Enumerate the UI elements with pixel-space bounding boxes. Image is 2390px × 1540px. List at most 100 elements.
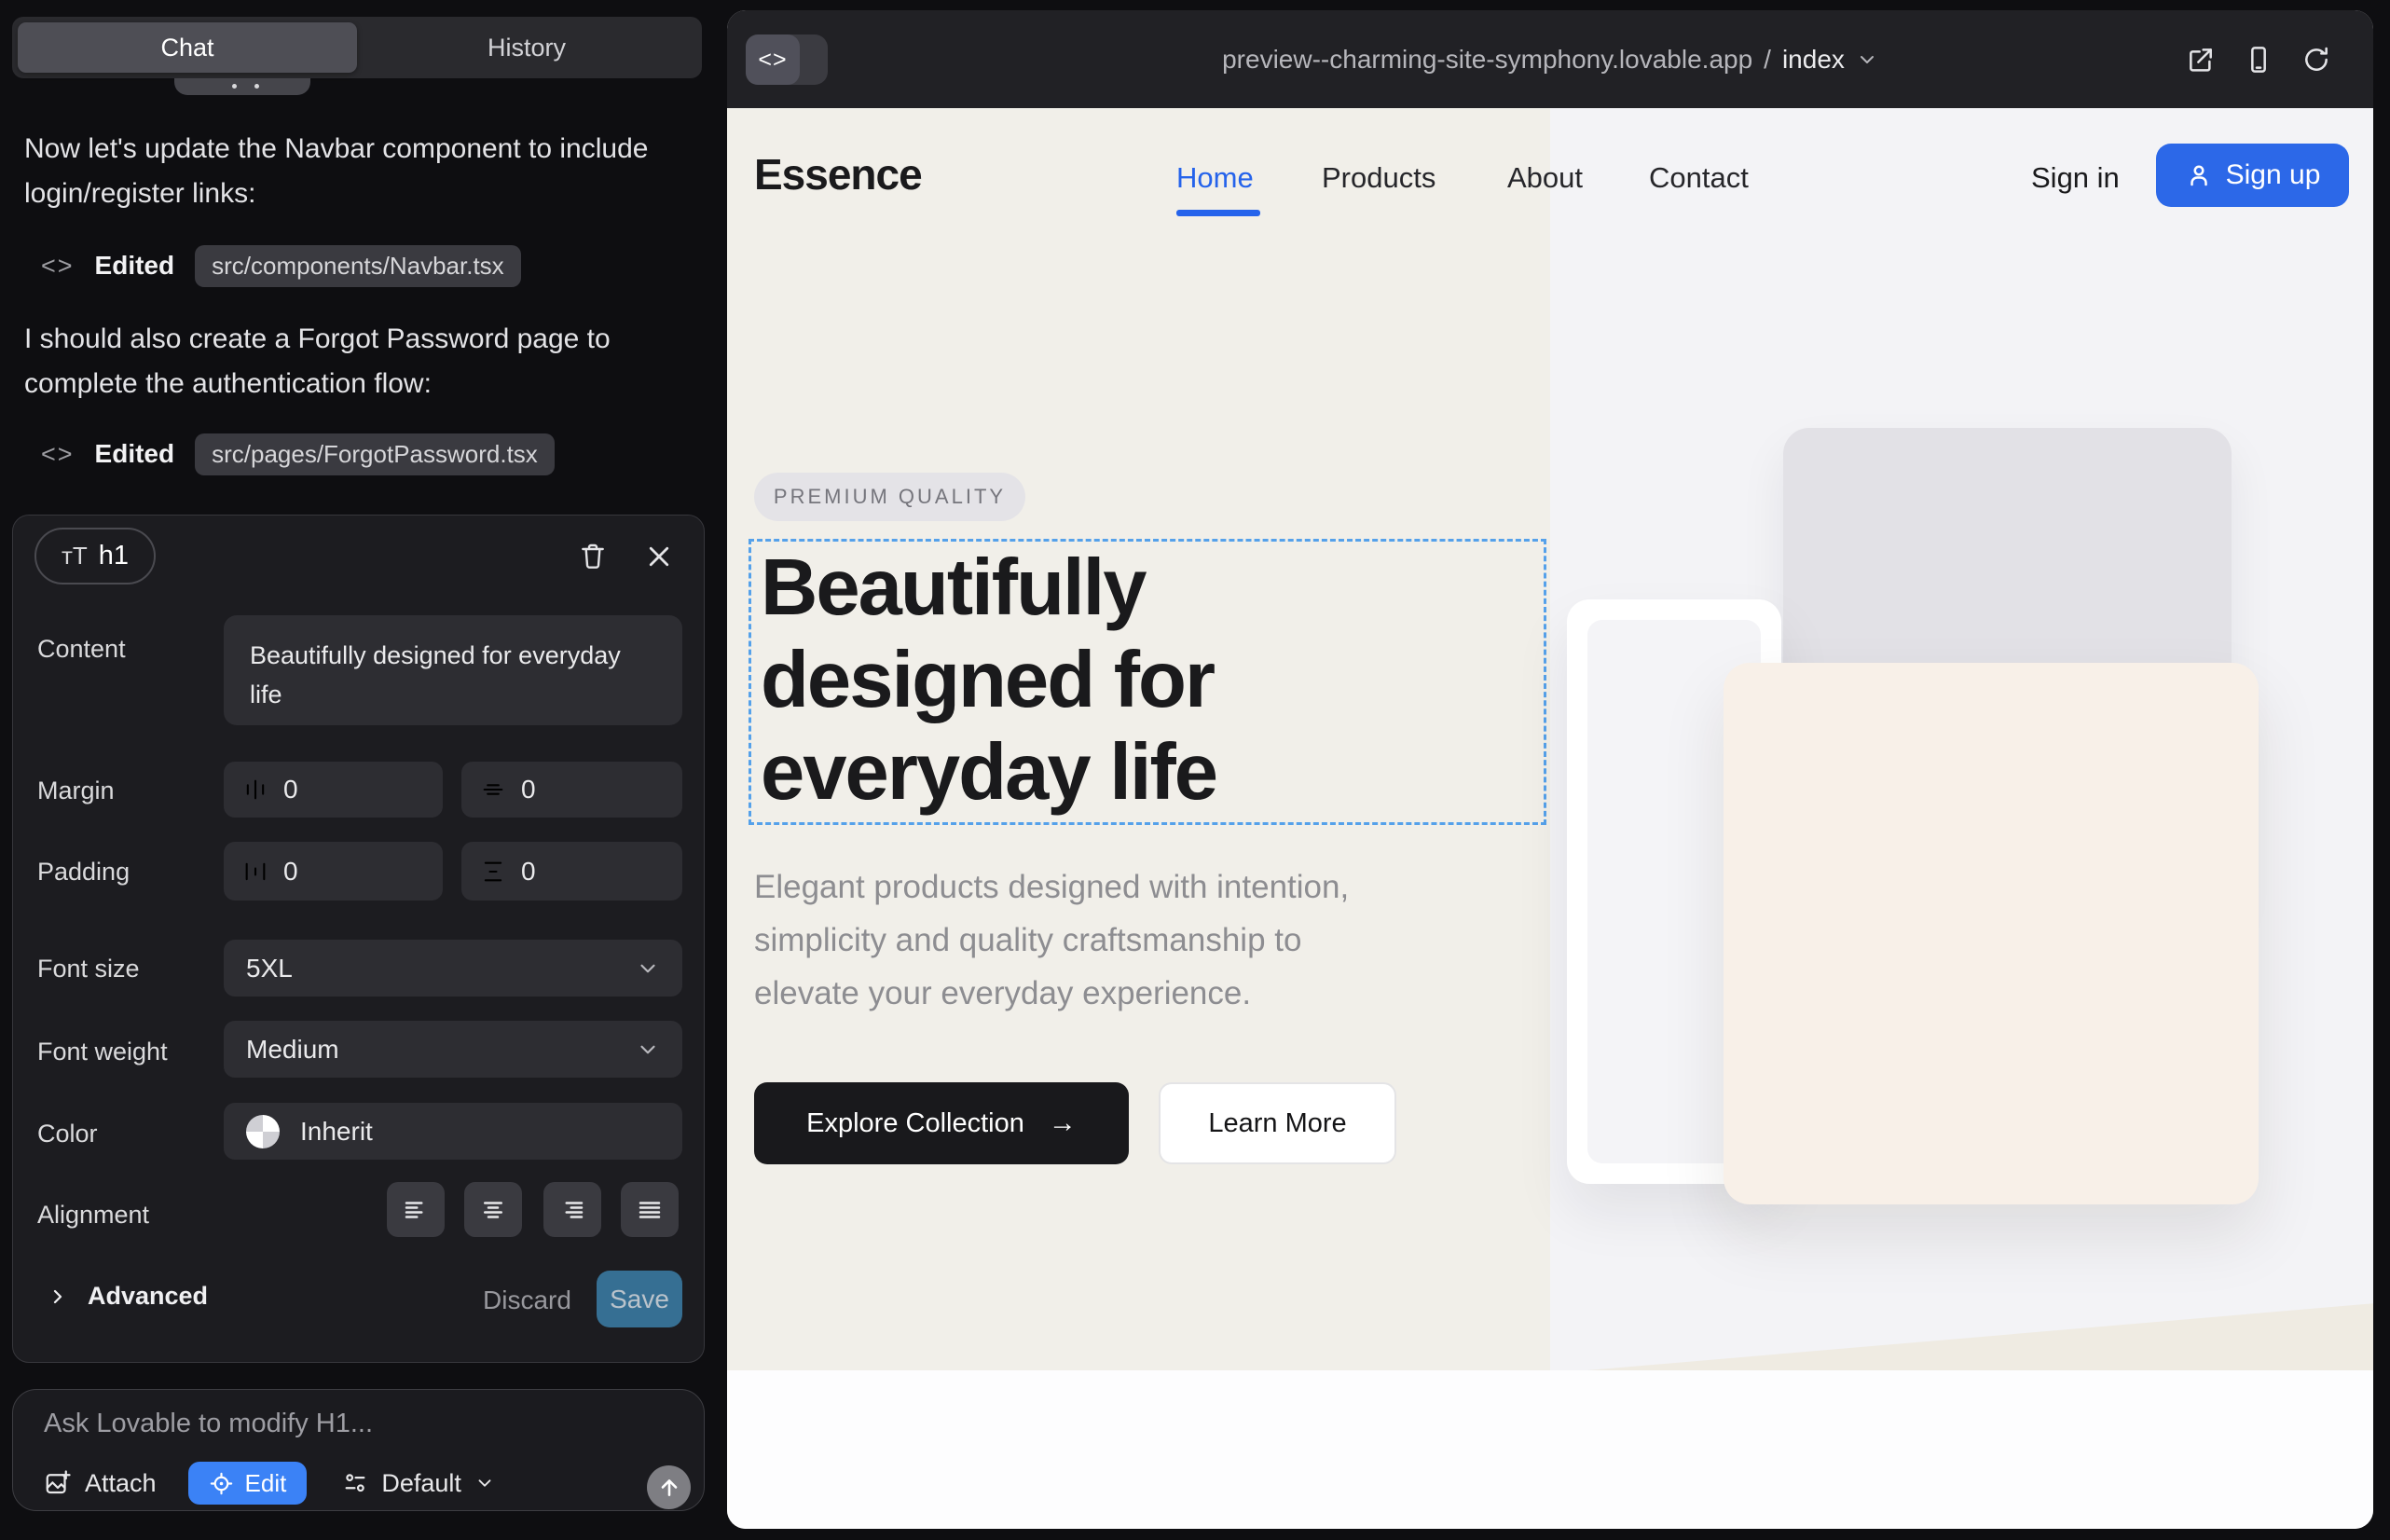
align-justify-icon bbox=[636, 1196, 664, 1224]
close-icon bbox=[645, 543, 673, 571]
color-swatch-icon bbox=[246, 1115, 280, 1148]
hero-heading[interactable]: Beautifully designed for everyday life bbox=[761, 542, 1216, 818]
margin-x-field[interactable] bbox=[224, 762, 443, 818]
edit-label: Edit bbox=[245, 1469, 287, 1498]
edited-label: Edited bbox=[95, 251, 175, 281]
margin-x-input[interactable] bbox=[283, 775, 377, 804]
sliders-icon bbox=[342, 1470, 368, 1496]
hero-paragraph: Elegant products designed with intention… bbox=[754, 860, 1349, 1020]
refresh-button[interactable] bbox=[2301, 44, 2332, 76]
url-host: preview--charming-site-symphony.lovable.… bbox=[1222, 45, 1752, 75]
color-value: Inherit bbox=[300, 1117, 373, 1147]
h1-selection-outline[interactable]: Beautifully designed for everyday life bbox=[749, 539, 1546, 825]
padding-horizontal-icon bbox=[242, 859, 268, 885]
edit-mode-button[interactable]: Edit bbox=[188, 1462, 308, 1505]
explore-collection-button[interactable]: Explore Collection → bbox=[754, 1082, 1129, 1164]
content-input[interactable]: Beautifully designed for everyday life bbox=[224, 615, 682, 725]
font-weight-select[interactable]: Medium bbox=[224, 1021, 682, 1078]
file-chip-navbar[interactable]: src/components/Navbar.tsx bbox=[195, 245, 521, 287]
align-left-button[interactable] bbox=[387, 1182, 445, 1237]
padding-vertical-icon bbox=[480, 859, 506, 885]
site-logo[interactable]: Essence bbox=[754, 149, 922, 199]
chevron-down-icon bbox=[1856, 48, 1878, 71]
url-bar[interactable]: preview--charming-site-symphony.lovable.… bbox=[727, 10, 2373, 108]
nav-link-contact[interactable]: Contact bbox=[1649, 161, 1749, 195]
prompt-input[interactable] bbox=[44, 1403, 640, 1444]
preview-actions bbox=[2185, 44, 2332, 76]
align-justify-button[interactable] bbox=[621, 1182, 679, 1237]
padding-label: Padding bbox=[37, 858, 130, 887]
sign-in-link[interactable]: Sign in bbox=[2031, 161, 2120, 195]
image-plus-icon bbox=[44, 1469, 72, 1497]
rendered-site: Essence Home Products About Contact Sign… bbox=[727, 108, 2373, 1529]
align-left-icon bbox=[402, 1196, 430, 1224]
chevron-down-icon bbox=[474, 1473, 495, 1493]
close-editor-button[interactable] bbox=[640, 538, 678, 575]
edited-label: Edited bbox=[95, 439, 175, 469]
hero-heading-line: Beautifully bbox=[761, 542, 1216, 634]
align-right-button[interactable] bbox=[543, 1182, 601, 1237]
sign-up-button[interactable]: Sign up bbox=[2156, 144, 2349, 207]
learn-more-button[interactable]: Learn More bbox=[1159, 1082, 1396, 1164]
hero-heading-line: everyday life bbox=[761, 726, 1216, 818]
explore-collection-label: Explore Collection bbox=[806, 1108, 1024, 1139]
preview-toolbar: <> preview--charming-site-symphony.lovab… bbox=[727, 10, 2373, 108]
nav-link-home[interactable]: Home bbox=[1176, 161, 1254, 195]
element-editor-panel: тT h1 Content Beautifully designed for e… bbox=[12, 515, 705, 1363]
target-icon bbox=[209, 1471, 234, 1496]
arrow-up-icon bbox=[657, 1476, 681, 1500]
external-link-icon bbox=[2186, 45, 2216, 75]
lovable-workspace: Chat History Now let's update the Navbar… bbox=[0, 0, 2390, 1540]
align-center-button[interactable] bbox=[464, 1182, 522, 1237]
url-separator: / bbox=[1764, 45, 1771, 75]
font-weight-value: Medium bbox=[246, 1035, 339, 1065]
nav-link-products[interactable]: Products bbox=[1322, 161, 1435, 195]
sign-up-label: Sign up bbox=[2226, 159, 2321, 191]
chat-message: I should also create a Forgot Password p… bbox=[24, 317, 681, 406]
padding-y-input[interactable] bbox=[521, 857, 614, 887]
chat-history-tabbar: Chat History bbox=[12, 17, 702, 78]
section-below-hero bbox=[727, 1370, 2373, 1529]
mode-select[interactable]: Default bbox=[342, 1469, 495, 1498]
scrolled-chip-partial bbox=[174, 78, 310, 95]
margin-y-input[interactable] bbox=[521, 775, 614, 804]
open-external-button[interactable] bbox=[2185, 44, 2217, 76]
send-button[interactable] bbox=[647, 1465, 691, 1509]
arrow-right-icon: → bbox=[1049, 1107, 1077, 1139]
align-right-icon bbox=[558, 1196, 586, 1224]
hero-decoration-cream-card bbox=[1724, 663, 2259, 1204]
url-page: index bbox=[1782, 45, 1845, 75]
chevron-down-icon bbox=[636, 1038, 660, 1062]
type-icon: тT bbox=[62, 542, 88, 571]
nav-link-about[interactable]: About bbox=[1507, 161, 1583, 195]
edited-file-row: <> Edited src/components/Navbar.tsx bbox=[41, 244, 521, 287]
chevron-right-icon bbox=[47, 1286, 69, 1308]
preview-frame: <> preview--charming-site-symphony.lovab… bbox=[727, 10, 2373, 1529]
edited-file-row: <> Edited src/pages/ForgotPassword.tsx bbox=[41, 433, 555, 475]
tab-history[interactable]: History bbox=[357, 22, 696, 73]
margin-y-field[interactable] bbox=[461, 762, 682, 818]
attach-button[interactable]: Attach bbox=[44, 1469, 157, 1498]
color-label: Color bbox=[37, 1120, 98, 1148]
margin-horizontal-icon bbox=[242, 777, 268, 803]
color-select[interactable]: Inherit bbox=[224, 1103, 682, 1160]
padding-x-input[interactable] bbox=[283, 857, 377, 887]
padding-y-field[interactable] bbox=[461, 842, 682, 901]
font-weight-label: Font weight bbox=[37, 1038, 168, 1066]
hero-paragraph-line: simplicity and quality craftsmanship to bbox=[754, 914, 1349, 967]
chat-message: Now let's update the Navbar component to… bbox=[24, 127, 681, 216]
advanced-toggle[interactable]: Advanced bbox=[47, 1282, 208, 1311]
hero-paragraph-line: elevate your everyday experience. bbox=[754, 967, 1349, 1020]
refresh-icon bbox=[2301, 45, 2331, 75]
mobile-view-button[interactable] bbox=[2243, 44, 2274, 76]
align-center-icon bbox=[479, 1196, 507, 1224]
file-chip-forgot-password[interactable]: src/pages/ForgotPassword.tsx bbox=[195, 433, 555, 475]
save-button[interactable]: Save bbox=[597, 1271, 682, 1327]
discard-button[interactable]: Discard bbox=[483, 1286, 571, 1315]
padding-x-field[interactable] bbox=[224, 842, 443, 901]
tab-chat[interactable]: Chat bbox=[18, 22, 357, 73]
font-size-select[interactable]: 5XL bbox=[224, 940, 682, 997]
delete-element-button[interactable] bbox=[574, 538, 611, 575]
prompt-box: Attach Edit Default bbox=[12, 1389, 705, 1511]
premium-quality-badge: PREMIUM QUALITY bbox=[754, 473, 1025, 521]
